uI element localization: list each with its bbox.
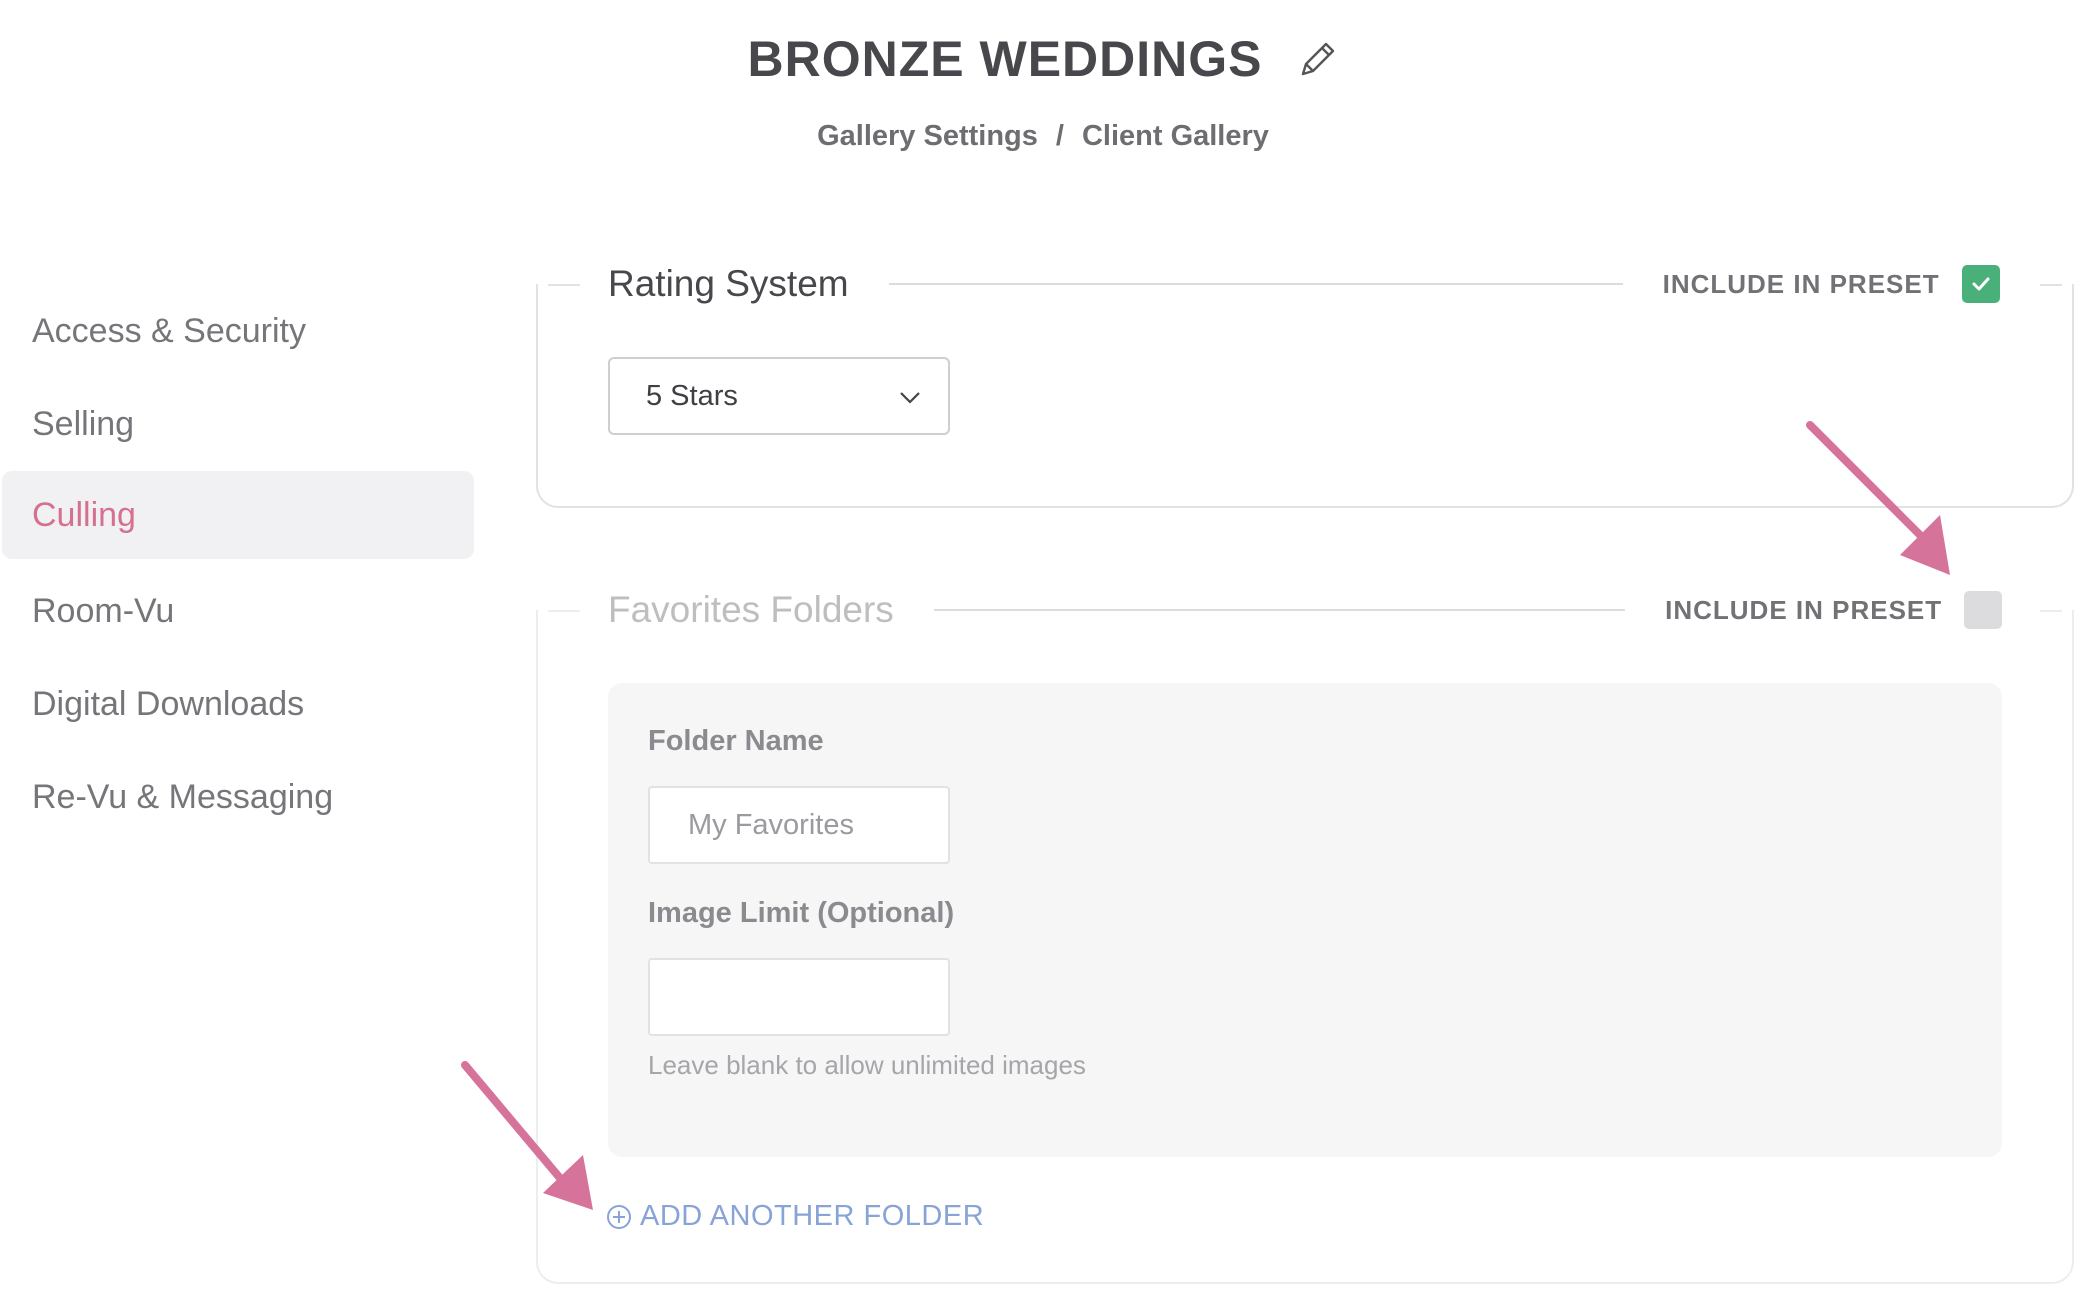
- include-in-preset-label: INCLUDE IN PRESET: [1662, 268, 1940, 299]
- add-another-folder-button[interactable]: ADD ANOTHER FOLDER: [606, 1200, 984, 1233]
- image-limit-label: Image Limit (Optional): [648, 897, 955, 929]
- sidebar-item-culling[interactable]: Culling: [2, 471, 474, 559]
- page-title: BRONZE WEDDINGS: [747, 31, 1263, 87]
- image-limit-hint: Leave blank to allow unlimited images: [648, 1050, 1086, 1080]
- card-border-segment: [2040, 610, 2062, 612]
- card-border-segment: [548, 610, 580, 612]
- annotation-arrow-icon: [1806, 421, 1950, 575]
- favorites-folders-title: Favorites Folders: [608, 589, 894, 630]
- folder-fields-panel: Folder Name Image Limit (Optional) Leave…: [608, 683, 2002, 1157]
- rating-system-legend: Rating System INCLUDE IN PRESET: [608, 262, 2002, 306]
- include-in-preset-checkbox[interactable]: [1961, 265, 2000, 303]
- pencil-icon[interactable]: [1297, 38, 1339, 80]
- card-border-segment: [2040, 284, 2062, 286]
- sidebar-item-selling[interactable]: Selling: [2, 380, 474, 468]
- annotation-arrow-icon: [461, 1061, 593, 1210]
- legend-divider: [933, 609, 1626, 611]
- rating-system-title: Rating System: [608, 263, 849, 304]
- rating-system-select[interactable]: 5 Stars: [608, 357, 950, 435]
- breadcrumb-gallery-settings[interactable]: Gallery Settings: [817, 120, 1038, 153]
- checkmark-icon: [1972, 277, 1990, 291]
- chevron-down-icon: [900, 392, 920, 404]
- include-in-preset-checkbox[interactable]: [1964, 591, 2002, 629]
- title-row: BRONZE WEDDINGS: [0, 30, 2086, 88]
- card-border-segment: [548, 284, 580, 286]
- favorites-folders-legend: Favorites Folders INCLUDE IN PRESET: [608, 588, 2002, 632]
- sidebar-item-room-vu[interactable]: Room-Vu: [2, 567, 474, 655]
- breadcrumb-client-gallery[interactable]: Client Gallery: [1082, 120, 1269, 153]
- plus-circle-icon: [607, 1204, 631, 1229]
- breadcrumb: Gallery Settings / Client Gallery: [0, 120, 2086, 153]
- legend-divider: [888, 283, 1623, 285]
- folder-name-label: Folder Name: [648, 725, 824, 757]
- add-another-folder-label: ADD ANOTHER FOLDER: [640, 1200, 985, 1232]
- breadcrumb-separator: /: [1055, 120, 1064, 152]
- sidebar-item-digital-downloads[interactable]: Digital Downloads: [2, 660, 474, 748]
- folder-name-input[interactable]: [648, 786, 950, 864]
- sidebar-item-re-vu-messaging[interactable]: Re-Vu & Messaging: [2, 753, 474, 841]
- sidebar-item-access-security[interactable]: Access & Security: [2, 287, 474, 375]
- include-in-preset-label: INCLUDE IN PRESET: [1665, 594, 1943, 625]
- rating-system-select-value: 5 Stars: [646, 379, 738, 412]
- image-limit-input[interactable]: [648, 958, 950, 1036]
